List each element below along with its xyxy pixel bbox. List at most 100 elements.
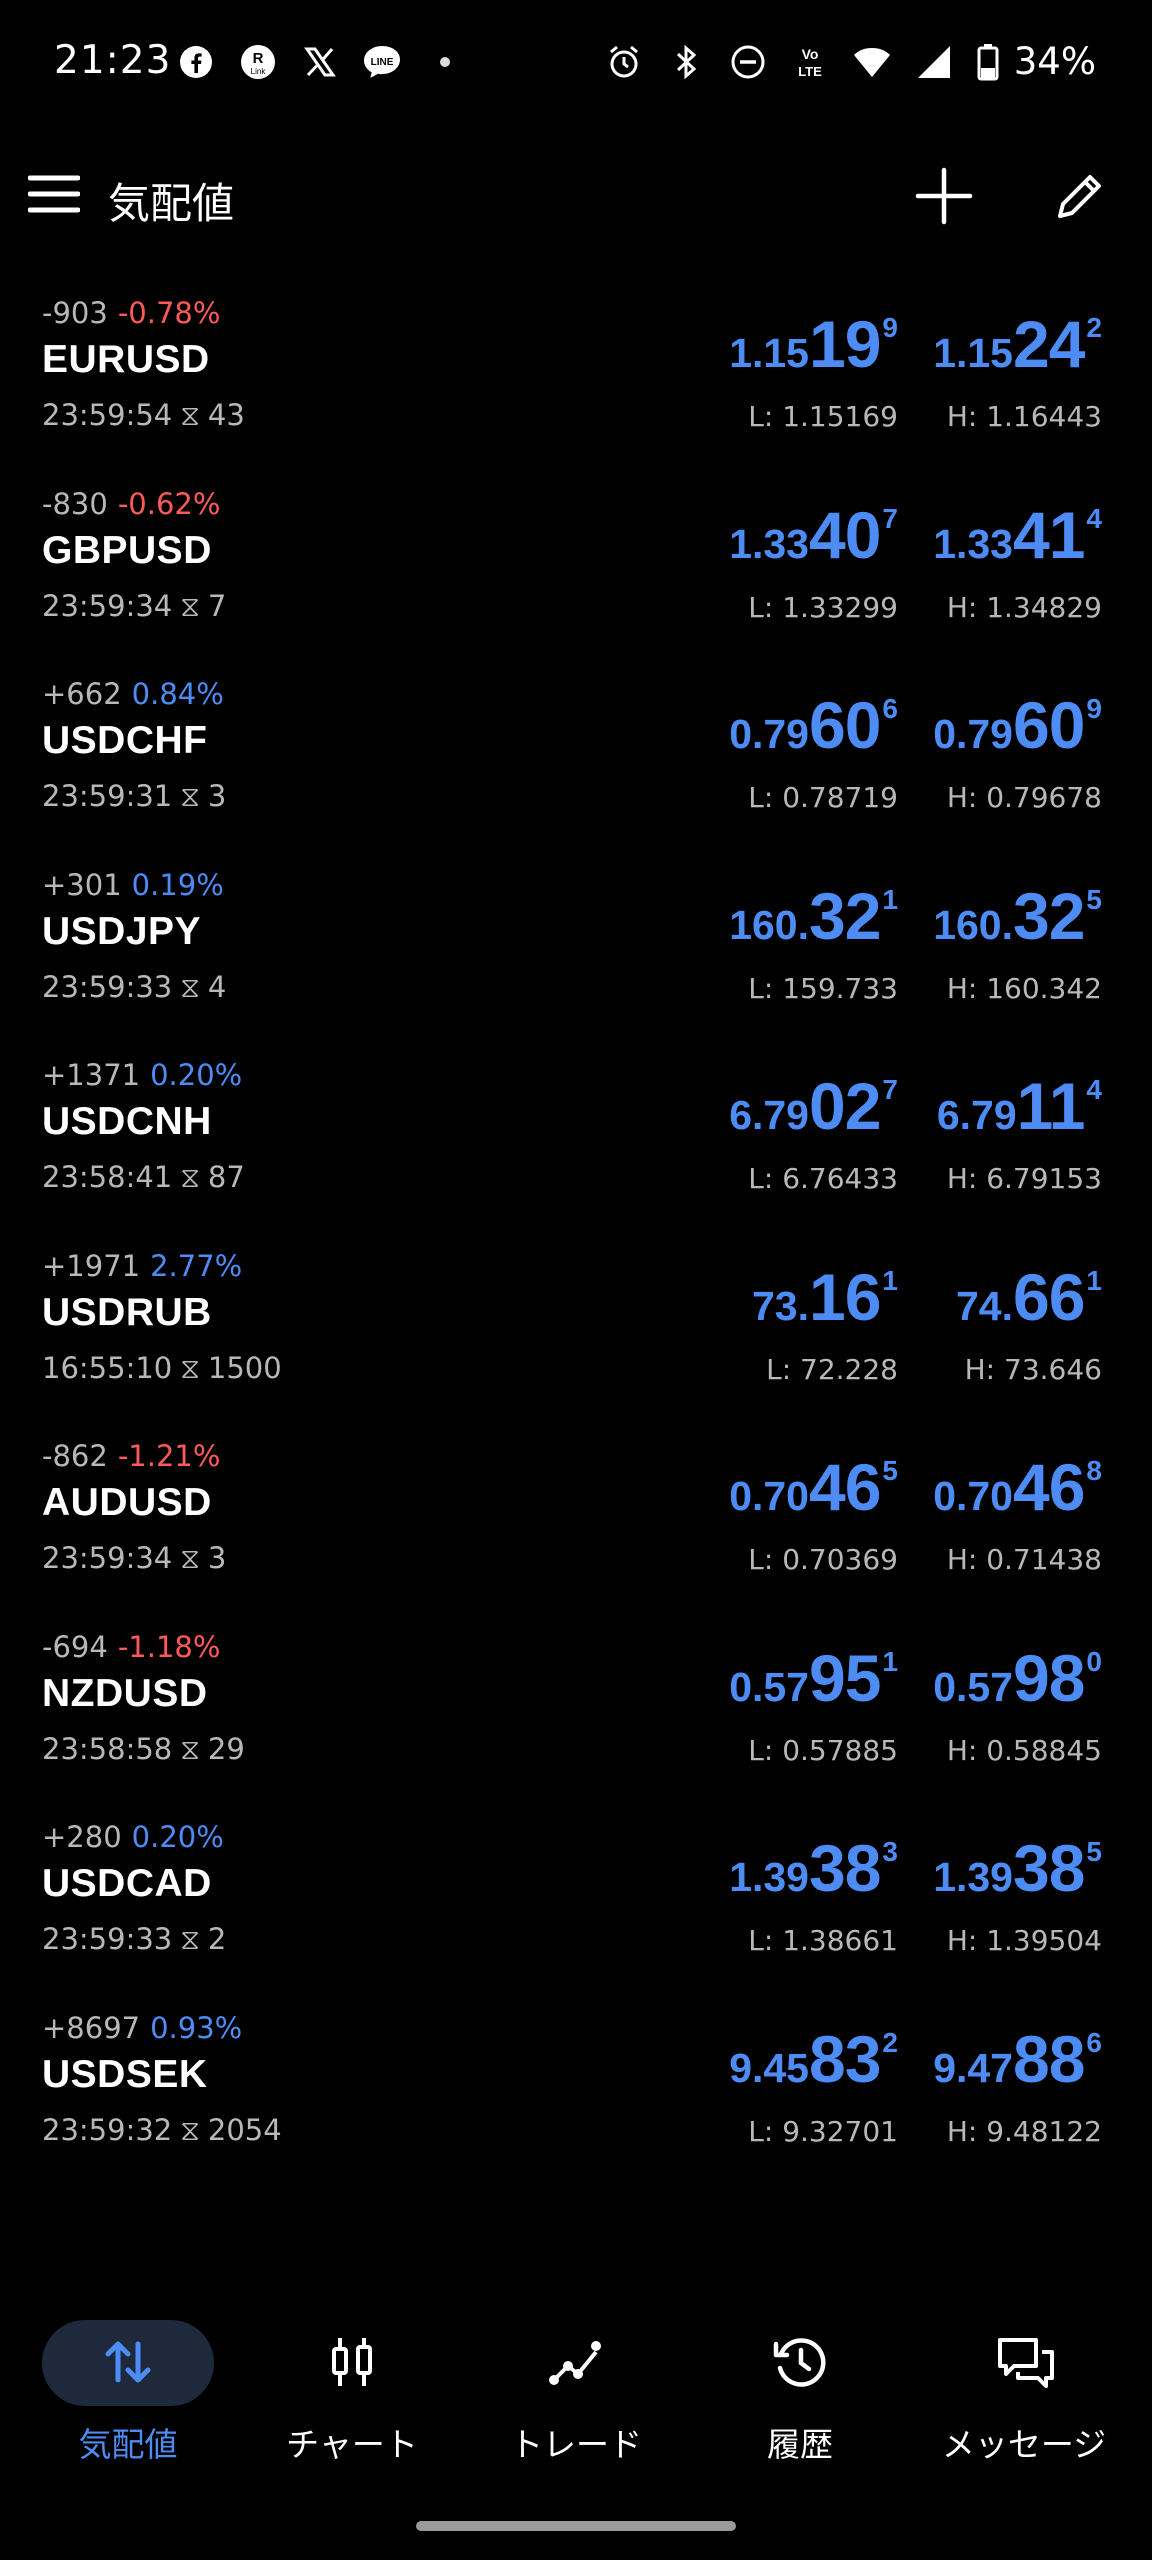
symbol-name: USDRUB (42, 1290, 212, 1334)
bid-price[interactable]: 0.79606 (729, 687, 898, 763)
change-value: +662 0.84% (42, 677, 224, 711)
spread-value: 43 (207, 398, 245, 432)
spread-value: 1500 (207, 1350, 282, 1385)
change-percent: -1.21% (117, 1439, 221, 1473)
quote-row[interactable]: +1971 2.77% USDRUB 16:55:10 ⧖ 1500 73.161 74.66… (0, 1233, 1152, 1424)
ask-price[interactable]: 9.47886 (933, 2021, 1102, 2097)
history-icon (772, 2334, 828, 2390)
low-price: L: 0.78719 (748, 781, 898, 814)
nav-trade[interactable]: トレード (476, 2310, 676, 2464)
symbol-name: USDSEK (42, 2052, 208, 2096)
ask-price[interactable]: 1.33414 (933, 497, 1102, 573)
quote-time: 23:59:54 (42, 398, 173, 432)
quote-time: 23:59:33 (42, 969, 173, 1004)
bid-price[interactable]: 160.321 (729, 878, 898, 954)
spread-value: 7 (207, 588, 227, 623)
svg-text:Link: Link (251, 67, 267, 76)
high-price: H: 0.71438 (946, 1543, 1102, 1576)
home-indicator[interactable] (416, 2521, 736, 2531)
low-price: L: 1.15169 (748, 400, 898, 433)
change-value: +1371 0.20% (42, 1058, 242, 1092)
quote-meta: 23:59:32 ⧖ 2054 (42, 2113, 282, 2148)
quote-meta: 23:59:34 ⧖ 7 (42, 589, 226, 624)
change-percent: 0.93% (150, 2010, 243, 2045)
change-points: -694 (42, 1629, 108, 1664)
add-symbol-button[interactable] (914, 166, 974, 226)
ask-price[interactable]: 0.79609 (933, 687, 1102, 763)
ask-price[interactable]: 1.39385 (933, 1830, 1102, 1906)
high-price: H: 73.646 (964, 1352, 1102, 1386)
bottom-nav: 気配値 チャート トレード 履歴 メッセージ (0, 2300, 1152, 2464)
quote-row[interactable]: -862 -1.21% AUDUSD 23:59:34 ⧖ 3 0.70465 0.70468… (0, 1423, 1152, 1614)
low-price: L: 1.33299 (748, 590, 898, 624)
spread-value: 29 (207, 1731, 245, 1766)
page-title: 気配値 (108, 179, 235, 228)
nav-label: メッセージ (941, 2425, 1107, 2464)
symbol-name: USDCAD (42, 1862, 212, 1905)
quote-row[interactable]: -830 -0.62% GBPUSD 23:59:34 ⧖ 7 1.33407 1.33414… (0, 471, 1152, 662)
ask-price[interactable]: 0.57980 (933, 1640, 1102, 1716)
quote-row[interactable]: +662 0.84% USDCHF 23:59:31 ⧖ 3 0.79606 0.79609 L… (0, 661, 1152, 852)
quote-row[interactable]: +280 0.20% USDCAD 23:59:33 ⧖ 2 1.39383 1.39385 L… (0, 1804, 1152, 1995)
nav-quotes[interactable]: 気配値 (28, 2310, 228, 2464)
low-price: L: 6.76433 (748, 1162, 898, 1195)
ask-price[interactable]: 160.325 (933, 878, 1102, 954)
quotes-icon (100, 2334, 156, 2390)
signal-icon (914, 42, 954, 82)
change-points: +662 (42, 677, 122, 711)
quote-meta: 23:59:34 ⧖ 3 (42, 1541, 226, 1576)
quote-row[interactable]: +8697 0.93% USDSEK 23:59:32 ⧖ 2054 9.45832 9.47… (0, 1995, 1152, 2186)
quote-meta: 23:58:41 ⧖ 87 (42, 1160, 245, 1195)
spread-icon: ⧖ (180, 780, 200, 813)
high-price: H: 1.39504 (946, 1924, 1102, 1957)
bid-price[interactable]: 73.161 (752, 1259, 898, 1335)
chart-icon (324, 2334, 380, 2390)
quote-row[interactable]: +1371 0.20% USDCNH 23:58:41 ⧖ 87 6.79027 6.7911… (0, 1042, 1152, 1233)
ask-price[interactable]: 1.15242 (933, 306, 1102, 382)
alarm-icon (604, 42, 644, 82)
low-price: L: 0.70369 (748, 1543, 898, 1576)
bid-price[interactable]: 1.15199 (729, 306, 898, 382)
quote-time: 23:58:58 (42, 1731, 173, 1766)
spread-icon: ⧖ (180, 1542, 200, 1575)
bid-price[interactable]: 6.79027 (729, 1068, 898, 1144)
symbol-name: USDCNH (42, 1100, 212, 1143)
ask-price[interactable]: 0.70468 (933, 1449, 1102, 1525)
bid-price[interactable]: 0.57951 (729, 1640, 898, 1716)
ask-price[interactable]: 74.661 (956, 1259, 1102, 1335)
volte-icon: Vo LTE (790, 42, 830, 82)
change-points: +8697 (42, 2010, 141, 2045)
symbol-name: USDCHF (42, 719, 208, 762)
low-price: L: 1.38661 (748, 1924, 898, 1957)
dnd-icon (728, 42, 768, 82)
quote-time: 16:55:10 (42, 1350, 173, 1385)
wifi-icon (852, 42, 892, 82)
bid-price[interactable]: 9.45832 (729, 2021, 898, 2097)
bid-price[interactable]: 1.39383 (729, 1830, 898, 1906)
spread-icon: ⧖ (180, 399, 200, 432)
quote-meta: 16:55:10 ⧖ 1500 (42, 1351, 282, 1386)
spread-value: 2 (207, 1922, 227, 1956)
change-value: -862 -1.21% (42, 1439, 220, 1473)
quote-row[interactable]: -694 -1.18% NZDUSD 23:58:58 ⧖ 29 0.57951 0.5798… (0, 1614, 1152, 1805)
battery-icon (976, 42, 1000, 82)
line-icon: LINE (362, 42, 402, 82)
quote-row[interactable]: +301 0.19% USDJPY 23:59:33 ⧖ 4 160.321 160.325 L… (0, 852, 1152, 1043)
edit-button[interactable] (1052, 168, 1108, 224)
quote-list: -903 -0.78% EURUSD 23:59:54 ⧖ 43 1.15199 1.1524… (0, 280, 1152, 2185)
nav-messages[interactable]: メッセージ (924, 2310, 1124, 2464)
quote-row[interactable]: -903 -0.78% EURUSD 23:59:54 ⧖ 43 1.15199 1.1524… (0, 280, 1152, 471)
quote-time: 23:59:31 (42, 779, 173, 813)
ask-price[interactable]: 6.79114 (937, 1068, 1102, 1144)
change-value: -903 -0.78% (42, 296, 220, 330)
change-percent: 0.20% (150, 1058, 243, 1092)
bid-price[interactable]: 0.70465 (729, 1449, 898, 1525)
spread-icon: ⧖ (180, 970, 200, 1004)
menu-icon[interactable] (27, 172, 81, 216)
change-value: -830 -0.62% (42, 487, 220, 521)
bid-price[interactable]: 1.33407 (729, 497, 898, 573)
change-value: +301 0.19% (42, 868, 224, 902)
nav-chart[interactable]: チャート (252, 2310, 452, 2464)
nav-history[interactable]: 履歴 (700, 2310, 900, 2464)
quote-meta: 23:58:58 ⧖ 29 (42, 1732, 245, 1767)
